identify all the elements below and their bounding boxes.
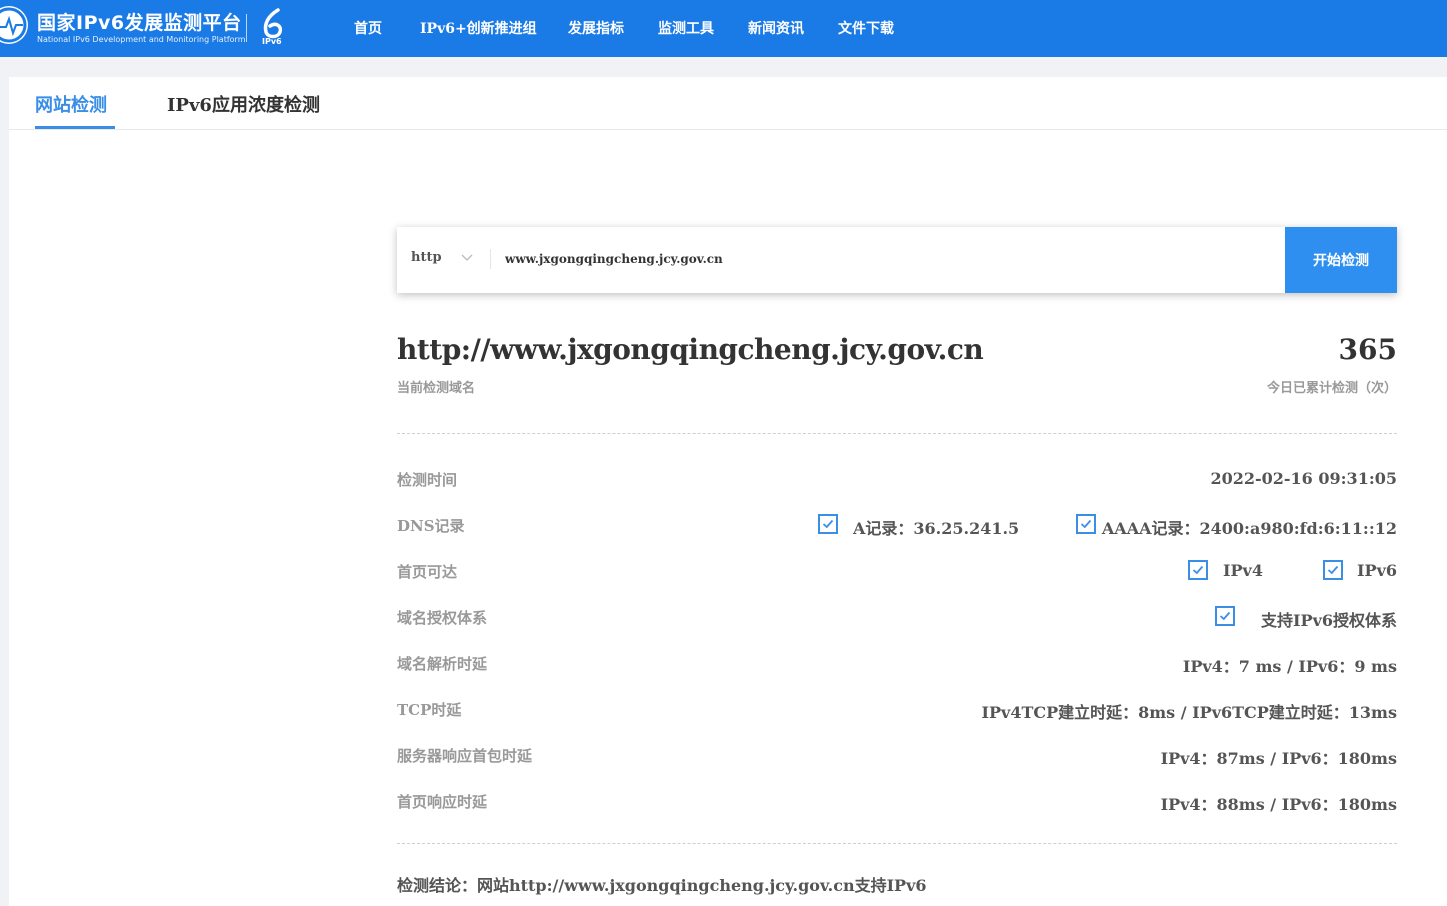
ipv4-reachable-check-icon [1188,560,1208,580]
search-separator [490,249,491,269]
ipv6-reachable: IPv6 [1357,561,1397,580]
divider-bottom [397,843,1397,844]
nav-tools[interactable]: 监测工具 [658,18,714,38]
row-value: IPv4TCP建立时延：8ms / IPv6TCP建立时延：13ms [981,703,1398,722]
row-dns-latency: 域名解析时延 IPv4：7 ms / IPv6：9 ms [397,653,1397,677]
row-homepage-reachable: 首页可达 IPv4 IPv6 [397,560,1397,585]
row-label: 检测时间 [397,471,458,489]
row-check-time: 检测时间 2022-02-16 09:31:05 [397,469,1397,493]
row-value: IPv4：88ms / IPv6：180ms [1160,795,1397,814]
a-record: A记录：36.25.241.5 [853,519,1020,538]
row-label: 域名授权体系 [397,609,488,627]
nav-home[interactable]: 首页 [354,18,382,38]
checked-domain-label: 当前检测域名 [397,381,476,396]
platform-subtitle: National IPv6 Development and Monitoring… [37,35,246,44]
start-check-button[interactable]: 开始检测 [1285,227,1397,293]
authority-check-icon [1215,606,1235,626]
platform-logo-icon[interactable] [0,6,28,44]
tab-bar: 网站检测 IPv6应用浓度检测 [9,77,1447,130]
chevron-down-icon[interactable] [461,253,473,263]
top-navbar: 国家IPv6发展监测平台 National IPv6 Development a… [0,0,1447,57]
row-domain-authority: 域名授权体系 支持IPv6授权体系 [397,606,1397,631]
row-label: TCP时延 [397,701,462,719]
nav-news[interactable]: 新闻资讯 [748,18,804,38]
row-value: 2022-02-16 09:31:05 [1210,469,1397,488]
row-label: 服务器响应首包时延 [397,747,533,765]
row-first-packet-latency: 服务器响应首包时延 IPv4：87ms / IPv6：180ms [397,745,1397,769]
row-label: DNS记录 [397,517,465,535]
row-value: IPv4：7 ms / IPv6：9 ms [1182,657,1397,676]
divider-top [397,433,1397,434]
aaaa-record: AAAA记录：2400:a980:fd:6:11::12 [1101,519,1397,538]
platform-title[interactable]: 国家IPv6发展监测平台 [37,8,242,35]
row-label: 域名解析时延 [397,655,488,673]
ipv6-logo-label: IPv6 [262,37,282,46]
domain-input[interactable] [505,245,1265,273]
main-panel: 网站检测 IPv6应用浓度检测 http 开始检测 http://www.jxg… [9,77,1447,906]
today-count: 365 [1338,333,1397,366]
today-count-label: 今日已累计检测（次） [1266,381,1397,396]
row-value: IPv4：87ms / IPv6：180ms [1160,749,1397,768]
row-tcp-latency: TCP时延 IPv4TCP建立时延：8ms / IPv6TCP建立时延：13ms [397,699,1397,723]
nav-indicators[interactable]: 发展指标 [568,18,624,38]
row-dns: DNS记录 A记录：36.25.241.5 AAAA记录：2400:a980:f… [397,514,1397,539]
row-label: 首页可达 [397,563,458,581]
check-conclusion: 检测结论：网站http://www.jxgongqingcheng.jcy.go… [397,876,927,895]
aaaa-record-check-icon [1076,514,1096,534]
search-box: http 开始检测 [397,227,1397,293]
tab-ipv6-app-check[interactable]: IPv6应用浓度检测 [167,91,320,117]
tab-website-check[interactable]: 网站检测 [35,91,107,117]
checked-domain: http://www.jxgongqingcheng.jcy.gov.cn [397,333,984,366]
a-record-check-icon [818,514,838,534]
nav-ipv6-plus[interactable]: IPv6+创新推进组 [420,18,537,38]
row-page-response-latency: 首页响应时延 IPv4：88ms / IPv6：180ms [397,791,1397,815]
nav-downloads[interactable]: 文件下载 [838,18,894,38]
logo-divider [246,14,247,42]
ipv6-reachable-check-icon [1323,560,1343,580]
authority-value: 支持IPv6授权体系 [1261,611,1397,630]
row-label: 首页响应时延 [397,793,488,811]
protocol-select[interactable]: http [411,250,442,265]
active-tab-indicator [35,126,115,129]
ipv4-reachable: IPv4 [1223,561,1263,580]
